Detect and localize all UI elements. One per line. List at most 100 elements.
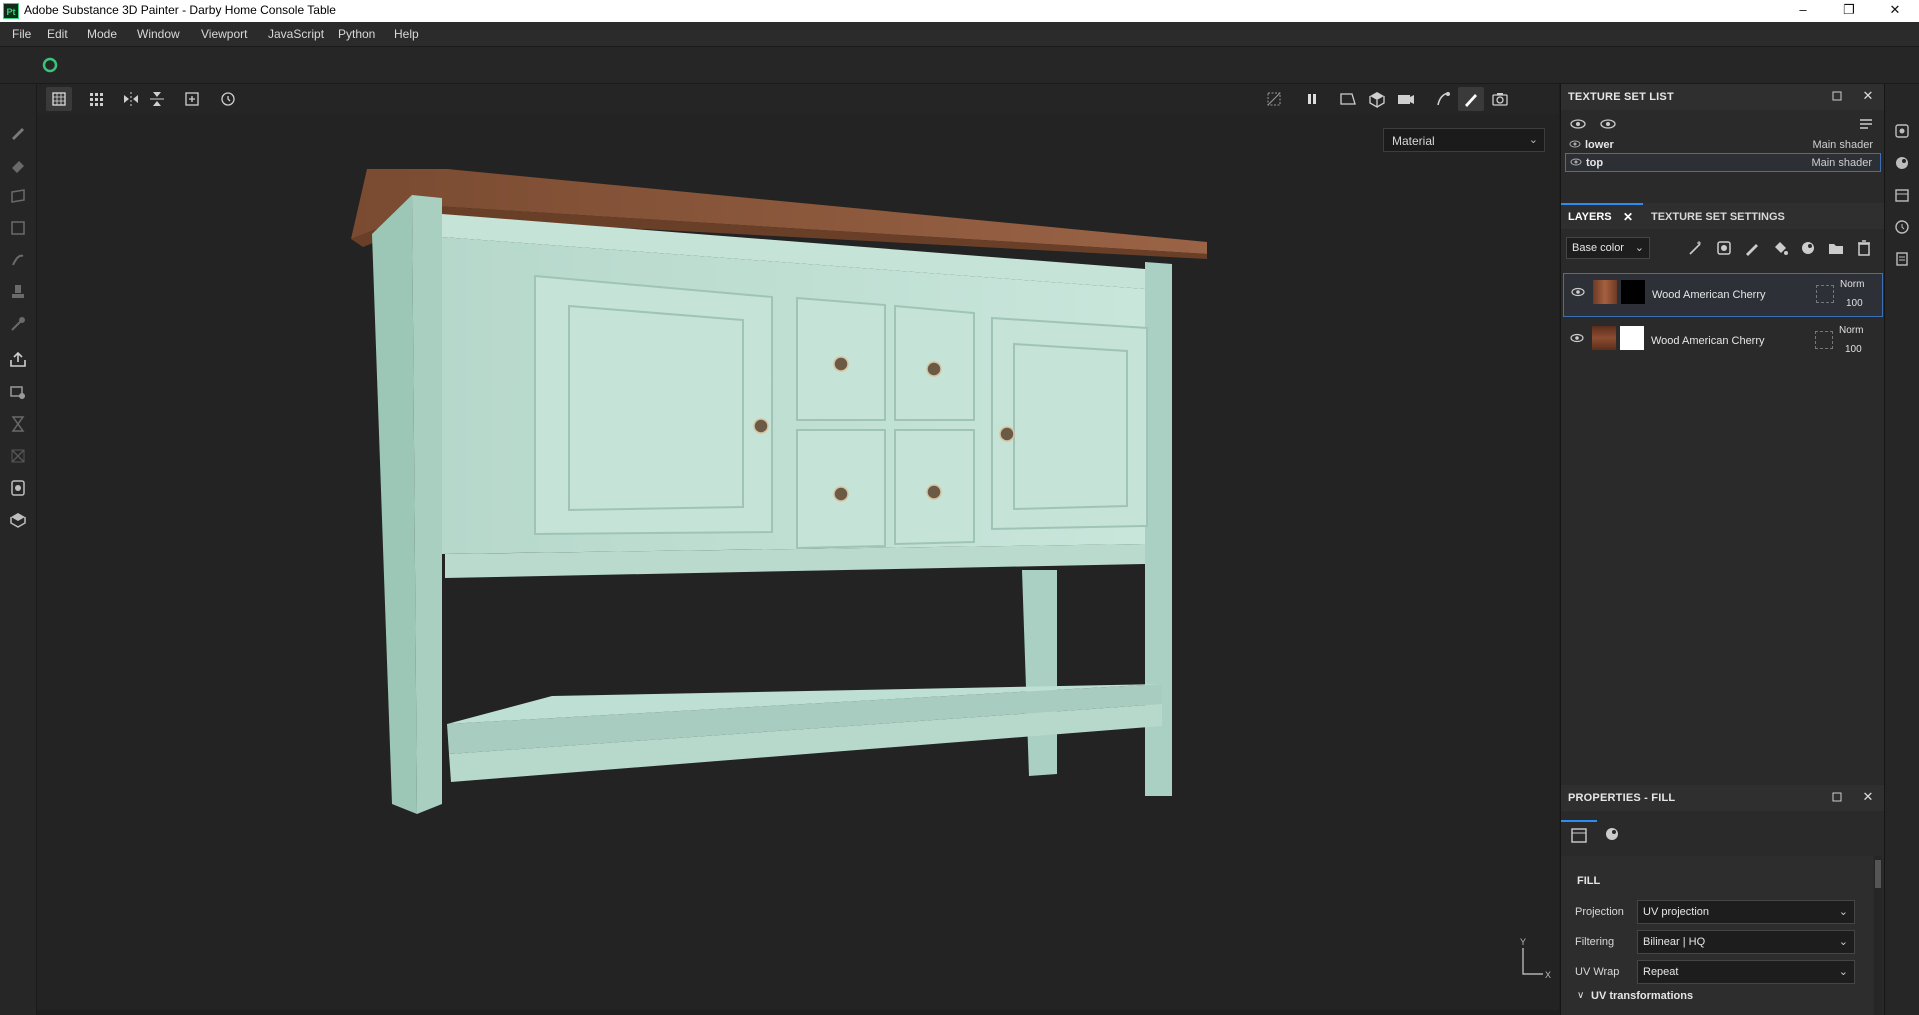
app-logo-icon: Pt bbox=[3, 3, 19, 19]
filtering-dropdown[interactable]: Bilinear | HQ ⌄ bbox=[1637, 930, 1855, 954]
symmetry-y-icon[interactable] bbox=[144, 87, 170, 111]
eye-icon[interactable] bbox=[1571, 286, 1585, 298]
viewport-mode-value: Material bbox=[1392, 134, 1435, 148]
projection-icon[interactable] bbox=[8, 186, 28, 206]
layer-blend-mode[interactable]: Norm bbox=[1840, 279, 1864, 290]
grid-mode-icon[interactable] bbox=[83, 87, 109, 111]
uv-transformations-toggle[interactable]: ∨ UV transformations bbox=[1577, 990, 1777, 1006]
layer-row[interactable]: Wood American Cherry Norm 100 bbox=[1563, 320, 1883, 364]
left-door bbox=[534, 274, 773, 536]
uv-wrap-label: UV Wrap bbox=[1575, 966, 1620, 978]
eye-icon[interactable] bbox=[1599, 116, 1617, 132]
selection-mode-icon[interactable] bbox=[46, 87, 72, 111]
layer-opacity[interactable]: 100 bbox=[1846, 298, 1863, 309]
properties-settings-tab[interactable] bbox=[1561, 820, 1597, 850]
menu-mode[interactable]: Mode bbox=[87, 27, 117, 41]
texture-set-settings-icon[interactable] bbox=[1893, 186, 1911, 204]
properties-scrollbar[interactable] bbox=[1874, 856, 1882, 1015]
delete-layer-icon[interactable] bbox=[1855, 239, 1873, 257]
add-mask-icon[interactable] bbox=[1715, 239, 1733, 257]
layer-effect-slot[interactable] bbox=[1816, 285, 1834, 303]
texture-set-shader[interactable]: Main shader bbox=[1812, 139, 1873, 151]
paint-brush-icon[interactable] bbox=[8, 122, 28, 142]
clone-stamp-icon[interactable] bbox=[8, 282, 28, 302]
history-icon[interactable] bbox=[215, 87, 241, 111]
uv-icon[interactable] bbox=[8, 446, 28, 466]
eye-icon[interactable] bbox=[1570, 332, 1584, 344]
geometry-fill-icon[interactable] bbox=[8, 218, 28, 238]
display-settings-icon[interactable] bbox=[1893, 122, 1911, 140]
menu-help[interactable]: Help bbox=[394, 27, 419, 41]
layer-thumbnail[interactable] bbox=[1593, 280, 1617, 304]
sync-status-icon[interactable] bbox=[42, 57, 58, 73]
layer-thumbnail[interactable] bbox=[1592, 326, 1616, 350]
uv-wrap-dropdown[interactable]: Repeat ⌄ bbox=[1637, 960, 1855, 984]
add-frame-icon[interactable] bbox=[179, 87, 205, 111]
list-options-icon[interactable] bbox=[1857, 116, 1875, 132]
layer-name[interactable]: Wood American Cherry bbox=[1651, 335, 1765, 347]
close-tab-icon[interactable]: ✕ bbox=[1623, 210, 1633, 224]
camera-icon[interactable] bbox=[1393, 87, 1419, 111]
symmetry-x-icon[interactable] bbox=[118, 87, 144, 111]
material-tab-icon[interactable] bbox=[1597, 820, 1627, 850]
lighting-icon[interactable] bbox=[1430, 87, 1456, 111]
float-panel-icon[interactable] bbox=[1831, 90, 1843, 102]
tab-layers[interactable]: LAYERS ✕ bbox=[1561, 203, 1643, 229]
menu-edit[interactable]: Edit bbox=[47, 27, 68, 41]
texture-set-icon[interactable] bbox=[8, 382, 28, 402]
close-button[interactable]: ✕ bbox=[1872, 0, 1918, 22]
menu-viewport[interactable]: Viewport bbox=[201, 27, 247, 41]
menu-file[interactable]: File bbox=[12, 27, 31, 41]
hourglass-icon[interactable] bbox=[8, 414, 28, 434]
layer-effect-slot[interactable] bbox=[1815, 331, 1833, 349]
add-paint-layer-icon[interactable] bbox=[1743, 239, 1761, 257]
menu-python[interactable]: Python bbox=[338, 27, 375, 41]
log-icon[interactable] bbox=[1893, 250, 1911, 268]
layer-row[interactable]: Wood American Cherry Norm 100 bbox=[1563, 273, 1883, 317]
hide-ui-icon[interactable] bbox=[1261, 87, 1287, 111]
view-3d-icon[interactable] bbox=[1364, 87, 1390, 111]
smudge-icon[interactable] bbox=[8, 250, 28, 270]
history-icon[interactable] bbox=[1893, 218, 1911, 236]
display-settings-icon[interactable] bbox=[8, 478, 28, 498]
menu-window[interactable]: Window bbox=[137, 27, 180, 41]
view-2d-icon[interactable] bbox=[1335, 87, 1361, 111]
3d-viewport[interactable]: Y X Material ⌄ bbox=[37, 114, 1559, 1010]
bake-export-icon[interactable] bbox=[8, 350, 28, 370]
right-dock-strip bbox=[1884, 84, 1919, 1015]
add-folder-icon[interactable] bbox=[1827, 239, 1845, 257]
add-smart-material-icon[interactable] bbox=[1799, 239, 1817, 257]
layer-opacity[interactable]: 100 bbox=[1845, 344, 1862, 355]
texture-set-item[interactable]: lower Main shader bbox=[1565, 136, 1881, 154]
channel-dropdown[interactable]: Base color ⌄ bbox=[1566, 237, 1650, 259]
assets-box-icon[interactable] bbox=[8, 510, 28, 530]
chevron-down-icon: ⌄ bbox=[1838, 966, 1848, 978]
eye-icon[interactable] bbox=[1569, 139, 1581, 149]
layer-name[interactable]: Wood American Cherry bbox=[1652, 289, 1766, 301]
viewport-mode-dropdown[interactable]: Material ⌄ bbox=[1383, 128, 1545, 152]
float-panel-icon[interactable] bbox=[1831, 791, 1843, 803]
texture-set-shader[interactable]: Main shader bbox=[1811, 157, 1872, 169]
projection-dropdown[interactable]: UV projection ⌄ bbox=[1637, 900, 1855, 924]
add-effect-icon[interactable] bbox=[1687, 239, 1705, 257]
restore-button[interactable]: ❐ bbox=[1826, 0, 1872, 22]
properties-header: PROPERTIES - FILL ✕ bbox=[1561, 785, 1885, 811]
add-fill-layer-icon[interactable] bbox=[1771, 239, 1789, 257]
material-picker-icon[interactable] bbox=[8, 314, 28, 334]
paint-mode-icon[interactable] bbox=[1458, 87, 1484, 111]
layer-mask-thumbnail[interactable] bbox=[1621, 280, 1645, 304]
shader-settings-icon[interactable] bbox=[1893, 154, 1911, 172]
eraser-icon[interactable] bbox=[8, 154, 28, 174]
visibility-toggle-icon[interactable] bbox=[1569, 116, 1587, 132]
pause-icon[interactable] bbox=[1299, 87, 1325, 111]
layer-mask-thumbnail[interactable] bbox=[1620, 326, 1644, 350]
eye-icon[interactable] bbox=[1570, 157, 1582, 167]
minimize-button[interactable]: – bbox=[1780, 0, 1826, 22]
close-panel-icon[interactable]: ✕ bbox=[1861, 89, 1875, 103]
layer-blend-mode[interactable]: Norm bbox=[1839, 325, 1863, 336]
texture-set-item[interactable]: top Main shader bbox=[1565, 153, 1881, 172]
menu-javascript[interactable]: JavaScript bbox=[268, 27, 324, 41]
close-panel-icon[interactable]: ✕ bbox=[1861, 790, 1875, 804]
screenshot-icon[interactable] bbox=[1487, 87, 1513, 111]
tab-texture-set-settings[interactable]: TEXTURE SET SETTINGS bbox=[1645, 203, 1805, 229]
